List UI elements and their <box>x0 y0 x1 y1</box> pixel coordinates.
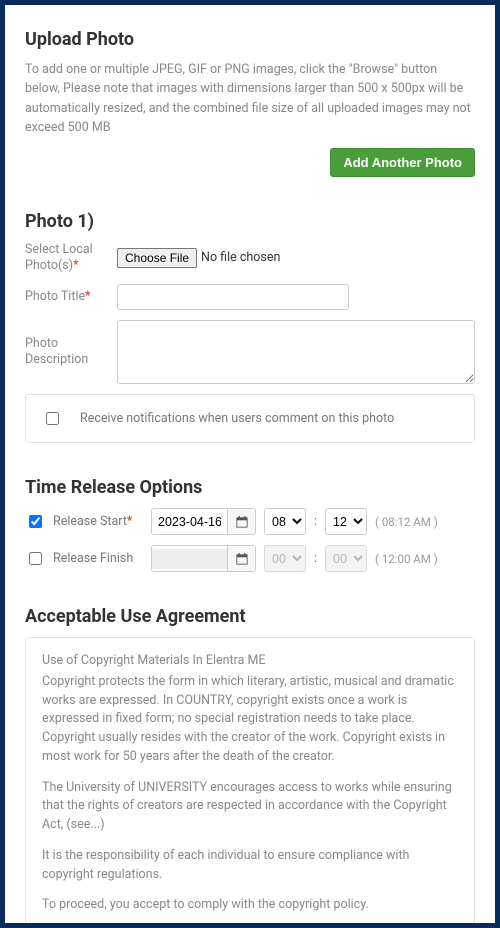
notify-box: Receive notifications when users comment… <box>25 394 475 443</box>
photo-desc-row: Photo Description <box>25 320 475 384</box>
release-start-row: Release Start* 08 : 12 ( 08:12 AM ) <box>25 508 475 535</box>
release-finish-date-wrap <box>151 545 256 572</box>
aup-p5: To proceed, you accept to comply with th… <box>42 896 458 915</box>
photo-heading: Photo 1) <box>25 211 475 232</box>
photo-desc-label: Photo Description <box>25 336 117 369</box>
photo-title-input[interactable] <box>117 284 349 310</box>
photo-title-label: Photo Title* <box>25 289 117 305</box>
release-start-label: Release Start* <box>53 514 143 529</box>
release-start-date-input[interactable] <box>152 512 227 532</box>
photo-title-row: Photo Title* <box>25 284 475 310</box>
aup-p2: Copyright protects the form in which lit… <box>42 673 458 767</box>
release-finish-checkbox[interactable] <box>29 552 42 565</box>
time-heading: Time Release Options <box>25 477 475 498</box>
release-finish-label: Release Finish <box>53 551 143 566</box>
calendar-icon <box>236 516 248 528</box>
release-finish-row: Release Finish 00 : 00 ( 12:00 AM ) <box>25 545 475 572</box>
aup-box: Use of Copyright Materials In Elentra ME… <box>25 637 475 928</box>
aup-body: Use of Copyright Materials In Elentra ME… <box>26 638 474 928</box>
photo-desc-textarea[interactable] <box>117 320 475 384</box>
select-photo-row: Select Local Photo(s)* Choose File No fi… <box>25 242 475 275</box>
aup-p3: The University of UNIVERSITY encourages … <box>42 779 458 835</box>
aup-heading: Acceptable Use Agreement <box>25 606 475 627</box>
aup-p1: Use of Copyright Materials In Elentra ME <box>42 652 458 671</box>
release-start-checkbox[interactable] <box>29 515 42 528</box>
upload-heading: Upload Photo <box>25 29 475 50</box>
add-photo-button[interactable]: Add Another Photo <box>330 148 475 177</box>
notify-label: Receive notifications when users comment… <box>80 411 394 426</box>
choose-file-button[interactable]: Choose File <box>117 248 197 268</box>
release-start-min-select[interactable]: 12 <box>325 508 367 535</box>
release-start-hour-select[interactable]: 08 <box>264 508 306 535</box>
release-finish-display: ( 12:00 AM ) <box>375 552 438 566</box>
release-finish-hour-select: 00 <box>264 545 306 572</box>
release-finish-date-input <box>152 549 227 569</box>
no-file-text: No file chosen <box>201 250 280 265</box>
page-frame: Upload Photo To add one or multiple JPEG… <box>0 0 500 928</box>
notify-checkbox[interactable] <box>46 412 59 425</box>
release-finish-min-select: 00 <box>325 545 367 572</box>
time-colon: : <box>314 551 317 566</box>
time-colon: : <box>314 514 317 529</box>
aup-p4: It is the responsibility of each individ… <box>42 847 458 885</box>
release-start-date-wrap <box>151 508 256 535</box>
select-photo-label: Select Local Photo(s)* <box>25 242 117 275</box>
release-start-calendar-button[interactable] <box>227 509 255 534</box>
release-finish-calendar-button[interactable] <box>227 546 255 571</box>
calendar-icon <box>236 553 248 565</box>
upload-intro: To add one or multiple JPEG, GIF or PNG … <box>25 60 475 138</box>
release-start-display: ( 08:12 AM ) <box>375 515 438 529</box>
